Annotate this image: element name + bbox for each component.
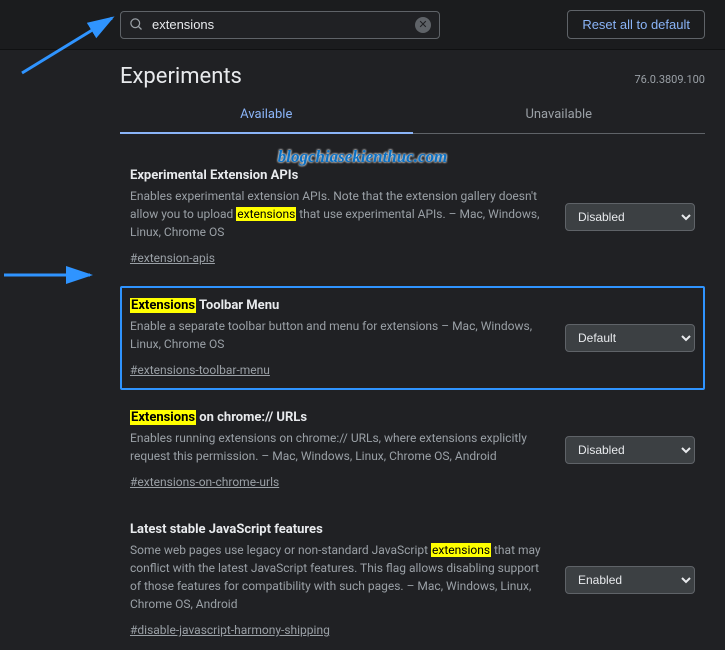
flag-item: Extensions on chrome:// URLs Enables run… [120, 398, 705, 502]
search-highlight: extensions [236, 207, 296, 221]
tabs: Available Unavailable [120, 97, 705, 134]
flag-description: Enable a separate toolbar button and men… [130, 317, 545, 353]
flag-dropdown[interactable]: Disabled [565, 203, 695, 231]
flag-title: Extensions Toolbar Menu [130, 298, 545, 313]
flag-description: Enables running extensions on chrome:// … [130, 429, 545, 465]
search-icon [129, 17, 144, 32]
flag-title: Experimental Extension APIs [130, 168, 545, 183]
flags-list: Experimental Extension APIs Enables expe… [120, 156, 705, 650]
page-title: Experiments [120, 64, 242, 89]
search-box[interactable]: ✕ [120, 11, 440, 39]
flag-dropdown[interactable]: Enabled [565, 566, 695, 594]
flag-title: Extensions on chrome:// URLs [130, 410, 545, 425]
tab-unavailable[interactable]: Unavailable [413, 97, 706, 133]
flag-permalink[interactable]: #extensions-on-chrome-urls [130, 475, 279, 489]
flag-dropdown[interactable]: Disabled [565, 436, 695, 464]
search-input[interactable] [152, 17, 407, 32]
search-highlight: Extensions [130, 298, 196, 313]
flag-item: Extensions Toolbar Menu Enable a separat… [120, 286, 705, 390]
flag-item: Latest stable JavaScript features Some w… [120, 510, 705, 650]
flag-dropdown[interactable]: Default [565, 324, 695, 352]
clear-search-icon[interactable]: ✕ [415, 17, 431, 33]
search-highlight: extensions [431, 543, 491, 557]
flag-description: Enables experimental extension APIs. Not… [130, 187, 545, 241]
flag-item: Experimental Extension APIs Enables expe… [120, 156, 705, 278]
flag-permalink[interactable]: #extensions-toolbar-menu [130, 363, 270, 377]
search-highlight: Extensions [130, 410, 196, 425]
content-area: Experiments 76.0.3809.100 Available Unav… [0, 64, 725, 650]
version-label: 76.0.3809.100 [634, 73, 705, 86]
flag-description: Some web pages use legacy or non-standar… [130, 541, 545, 613]
flag-title: Latest stable JavaScript features [130, 522, 545, 537]
top-bar: ✕ Reset all to default [0, 0, 725, 50]
reset-all-button[interactable]: Reset all to default [567, 10, 705, 39]
flag-permalink[interactable]: #disable-javascript-harmony-shipping [130, 623, 330, 637]
flag-permalink[interactable]: #extension-apis [130, 251, 215, 265]
tab-available[interactable]: Available [120, 97, 413, 134]
